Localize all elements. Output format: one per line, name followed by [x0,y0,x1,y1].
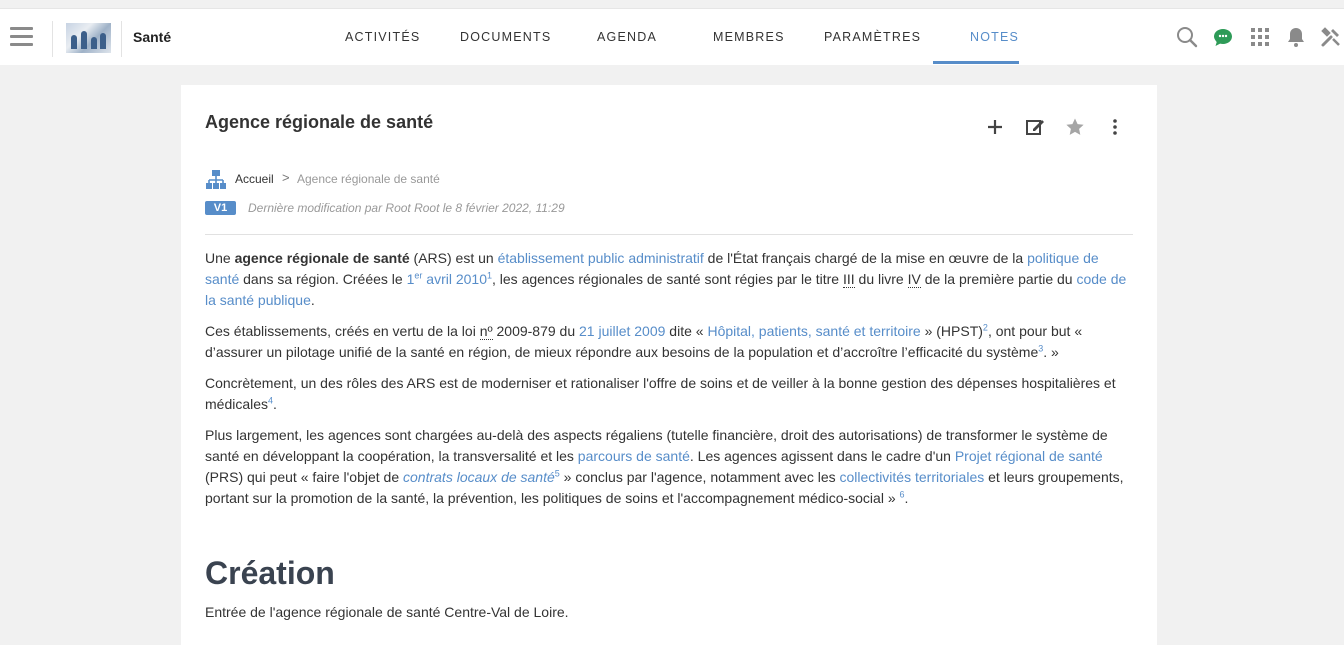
link[interactable]: 21 juillet 2009 [579,323,665,339]
breadcrumb-current: Agence régionale de santé [297,172,440,186]
paragraph: Une agence régionale de santé (ARS) est … [205,250,1127,308]
search-icon[interactable] [1176,26,1198,48]
paragraph: Plus largement, les agences sont chargée… [205,427,1124,506]
star-icon[interactable] [1065,117,1085,137]
edit-icon[interactable] [1025,117,1045,137]
apps-grid-icon[interactable] [1249,26,1271,48]
top-navigation-bar: Santé ACTIVITÉS DOCUMENTS AGENDA MEMBRES… [0,8,1344,65]
link[interactable]: 1er avril 2010 [407,271,487,287]
note-content: Une agence régionale de santé (ARS) est … [205,248,1135,519]
paragraph: Ces établissements, créés en vertu de la… [205,322,1083,360]
page-title: Agence régionale de santé [205,112,434,132]
space-avatar[interactable] [66,23,111,53]
link[interactable]: contrats locaux de santé [403,469,555,485]
tab-notes[interactable]: NOTES [970,30,1019,44]
breadcrumb-separator: > [282,170,290,185]
tab-documents[interactable]: DOCUMENTS [460,30,551,44]
breadcrumb-home[interactable]: Accueil [235,172,274,186]
note-card: Agence régionale de santé Accueil > Agen… [181,85,1157,645]
tab-agenda[interactable]: AGENDA [597,30,657,44]
link[interactable]: parcours de santé [578,448,690,464]
menu-icon[interactable] [10,27,33,47]
tab-membres[interactable]: MEMBRES [713,30,785,44]
tab-parametres[interactable]: PARAMÈTRES [824,30,921,44]
link[interactable]: Projet régional de santé [955,448,1103,464]
space-name[interactable]: Santé [133,29,171,45]
bell-icon[interactable] [1285,26,1307,48]
section-heading: Création [205,555,335,591]
tab-activites[interactable]: ACTIVITÉS [345,30,420,44]
more-vertical-icon[interactable] [1105,117,1125,137]
link[interactable]: Hôpital, patients, santé et territoire [707,323,920,339]
sitemap-icon [206,170,226,189]
last-modified-info: Dernière modification par Root Root le 8… [248,201,565,215]
divider [121,21,122,57]
link[interactable]: établissement public administratif [498,250,704,266]
active-tab-indicator [933,61,1019,64]
chat-icon[interactable] [1212,26,1234,48]
tools-icon[interactable] [1320,26,1342,48]
paragraph: Concrètement, un des rôles des ARS est d… [205,375,1116,412]
add-icon[interactable] [985,117,1005,137]
divider [205,234,1133,235]
link[interactable]: collectivités territoriales [840,469,985,485]
paragraph: Entrée de l'agence régionale de santé Ce… [205,604,569,620]
divider [52,21,53,57]
version-badge[interactable]: V1 [205,201,236,215]
